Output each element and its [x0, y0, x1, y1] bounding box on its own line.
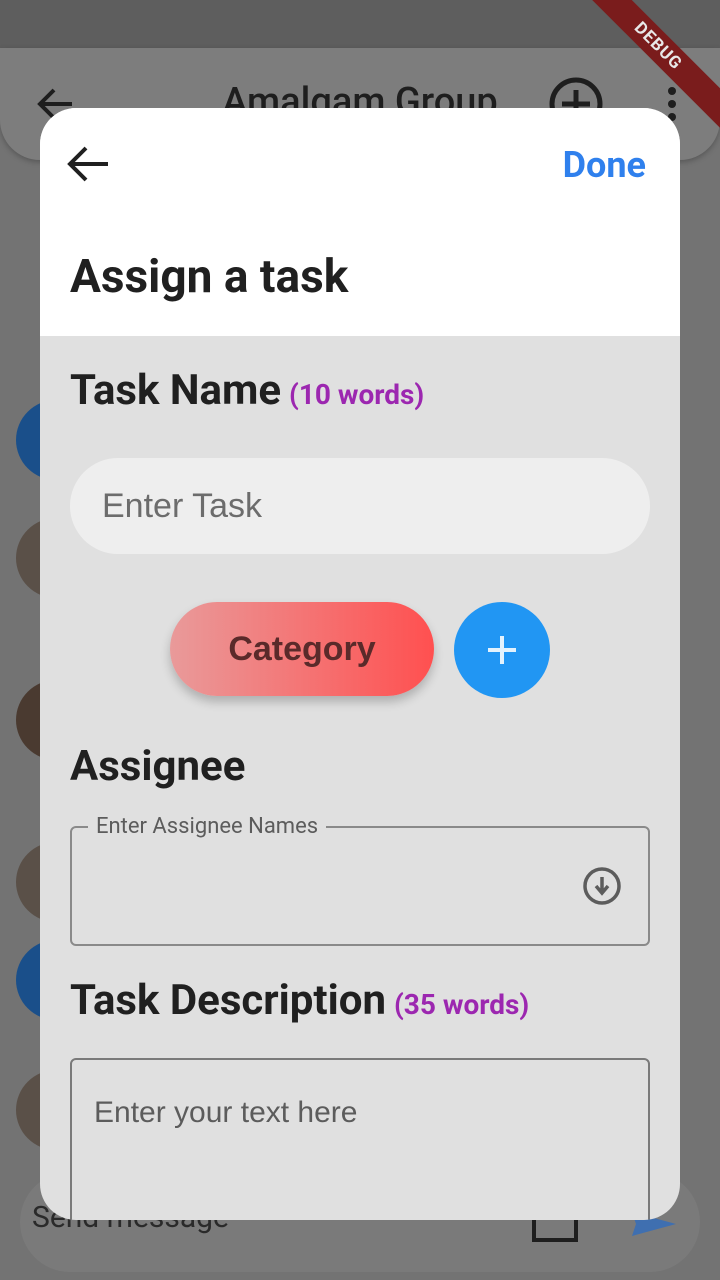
back-arrow-icon[interactable] [66, 144, 110, 184]
task-name-label: Task Name [70, 366, 282, 415]
done-button[interactable]: Done [563, 144, 646, 186]
assignee-input[interactable]: Enter Assignee Names [70, 814, 650, 946]
assign-task-dialog: Done Assign a task Task Name(10 words) C… [40, 108, 680, 1220]
task-description-heading: Task Description (35 words) [70, 976, 529, 1025]
task-description-word-limit: (35 words) [394, 988, 530, 1021]
task-description-label: Task Description [70, 976, 386, 1025]
dialog-header: Done Assign a task [40, 108, 680, 336]
assignee-field-label: Enter Assignee Names [88, 814, 327, 839]
plus-icon [488, 636, 516, 664]
category-button[interactable]: Category [170, 602, 434, 696]
task-name-input[interactable] [70, 458, 650, 554]
task-description-input[interactable] [70, 1058, 650, 1220]
dropdown-circle-icon[interactable] [582, 866, 622, 906]
task-name-word-limit: (10 words) [289, 378, 425, 411]
task-name-heading: Task Name (10 words) [70, 366, 424, 415]
add-category-button[interactable] [454, 602, 550, 698]
assignee-heading: Assignee [70, 742, 246, 791]
dialog-title: Assign a task [70, 250, 349, 304]
